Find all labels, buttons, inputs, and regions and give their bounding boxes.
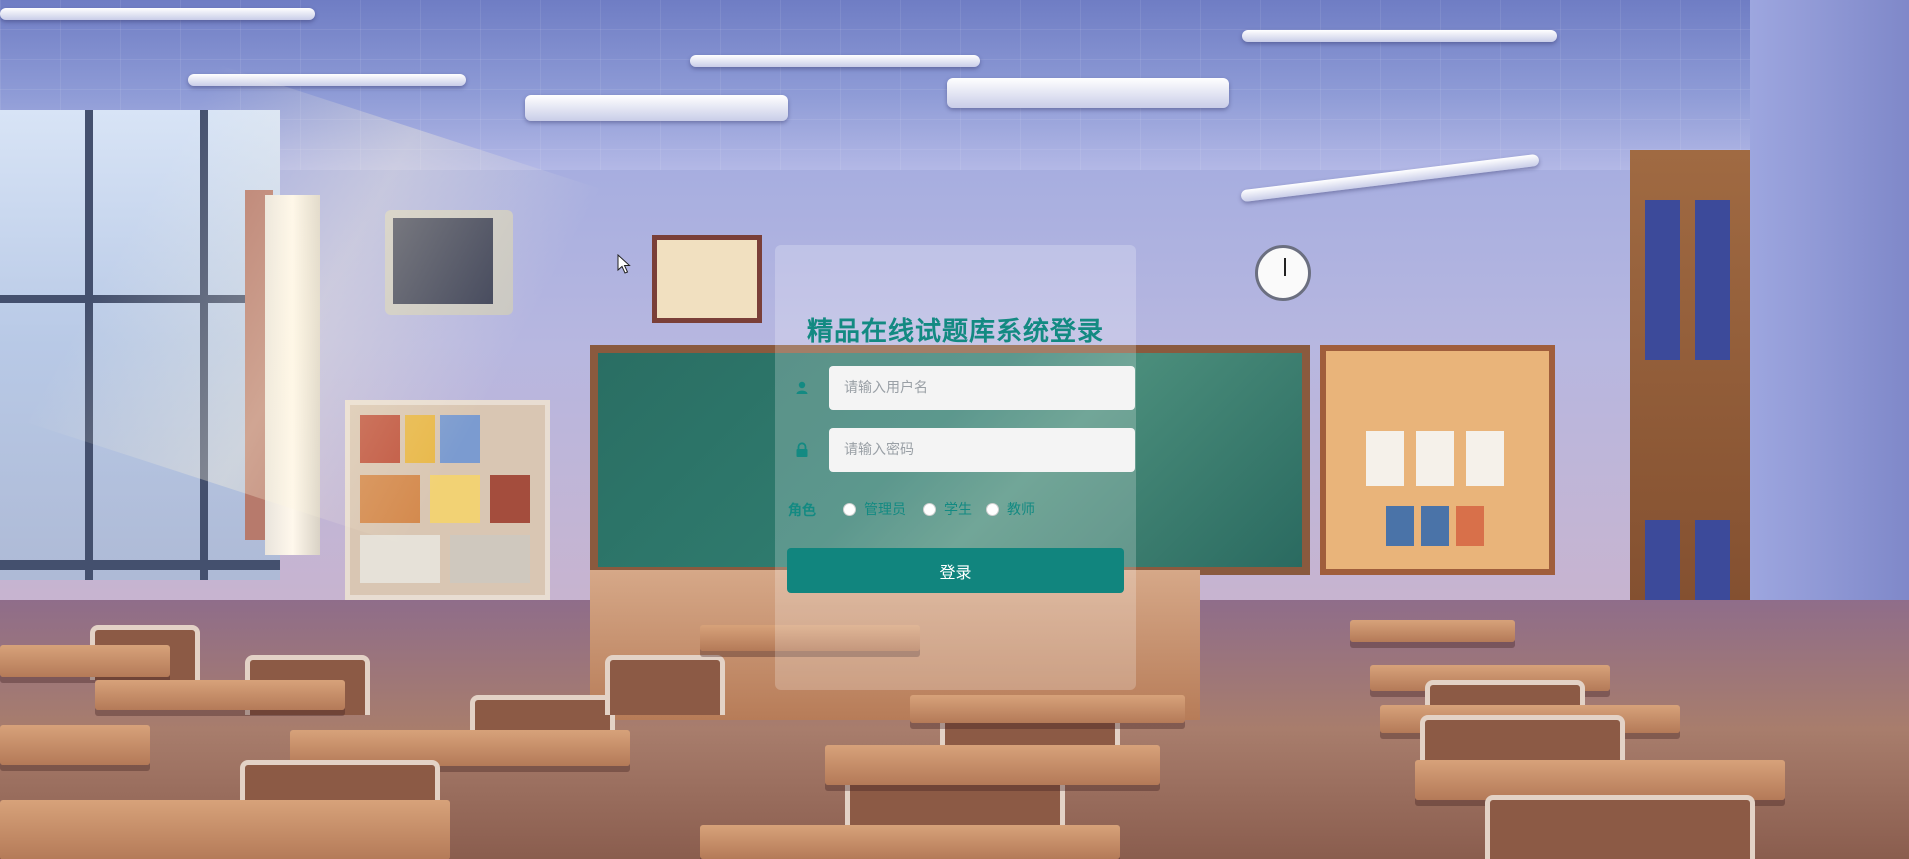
radio-button[interactable] bbox=[986, 502, 999, 516]
role-option-teacher[interactable]: 教师 bbox=[986, 498, 1035, 520]
radio-button[interactable] bbox=[843, 502, 856, 516]
ceiling-light bbox=[1242, 30, 1557, 42]
desk bbox=[825, 745, 1160, 785]
desk bbox=[910, 695, 1185, 723]
radio-button[interactable] bbox=[923, 502, 936, 516]
ceiling-light bbox=[947, 78, 1229, 108]
ceiling-light bbox=[525, 95, 788, 121]
role-option-label: 管理员 bbox=[864, 502, 906, 518]
user-icon bbox=[796, 381, 808, 394]
password-row bbox=[787, 428, 1135, 472]
desk bbox=[0, 800, 450, 859]
chair bbox=[605, 655, 725, 715]
desk bbox=[1415, 760, 1785, 800]
password-input[interactable] bbox=[829, 428, 1135, 472]
role-option-student[interactable]: 学生 bbox=[923, 498, 972, 520]
notice-board bbox=[1320, 345, 1555, 575]
desk bbox=[95, 680, 345, 710]
lock-icon bbox=[796, 442, 808, 457]
wall-clock bbox=[1255, 245, 1311, 301]
login-title: 精品在线试题库系统登录 bbox=[806, 317, 1104, 347]
role-option-admin[interactable]: 管理员 bbox=[843, 498, 906, 520]
ceiling-light bbox=[690, 55, 980, 67]
role-option-label: 教师 bbox=[1007, 502, 1035, 518]
mouse-cursor-icon bbox=[617, 254, 631, 274]
username-input[interactable] bbox=[829, 366, 1135, 410]
username-row bbox=[787, 366, 1135, 410]
desk bbox=[0, 725, 150, 765]
desk bbox=[0, 645, 170, 677]
desk bbox=[1350, 620, 1515, 642]
role-group: 角色 管理员 学生 教师 bbox=[788, 498, 1128, 520]
chair bbox=[1485, 795, 1755, 859]
role-label: 角色 bbox=[788, 503, 816, 519]
desk bbox=[700, 825, 1120, 859]
login-card: 精品在线试题库系统登录 角色 管理员 学生 教师 登录 bbox=[775, 245, 1136, 690]
role-option-label: 学生 bbox=[944, 502, 972, 518]
login-button[interactable]: 登录 bbox=[787, 548, 1124, 593]
